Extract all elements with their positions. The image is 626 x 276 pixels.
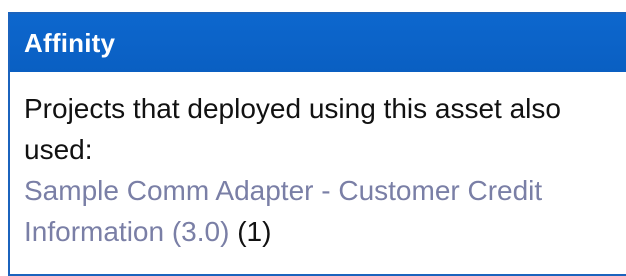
asset-link[interactable]: Sample Comm Adapter - Customer Credit In… [24,175,542,247]
panel-title: Affinity [24,27,116,58]
panel-header: Affinity [10,14,626,72]
affinity-panel: Affinity Projects that deployed using th… [8,12,626,276]
panel-body: Projects that deployed using this asset … [10,72,626,252]
intro-text: Projects that deployed using this asset … [24,93,561,165]
usage-count: (1) [237,216,272,247]
list-item: Sample Comm Adapter - Customer Credit In… [24,170,604,252]
